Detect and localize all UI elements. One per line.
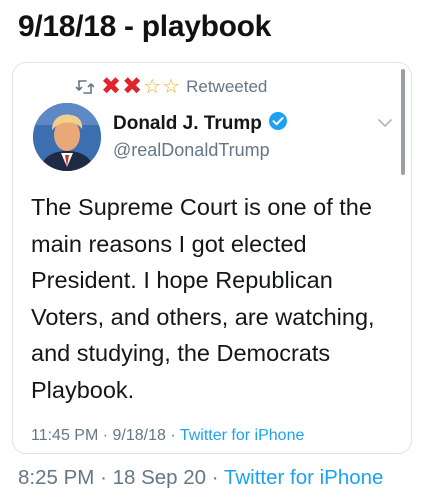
retweet-row: ✖ ✖ ☆ ☆ Retweeted [75,75,267,99]
retweet-icon [75,79,95,95]
meta-separator: · [100,466,107,489]
tweet-source-link[interactable]: Twitter for iPhone [180,427,305,444]
post-source-link[interactable]: Twitter for iPhone [224,466,384,489]
post-date[interactable]: 18 Sep 20 [113,466,206,489]
tweet-text: The Supreme Court is one of the main rea… [31,194,375,403]
verified-badge-icon [268,111,288,136]
post-meta: 8:25 PM · 18 Sep 20 · Twitter for iPhone [18,466,383,490]
tweet-date[interactable]: 9/18/18 [113,427,166,444]
retweet-status: Retweeted [186,77,268,96]
red-x-icon: ✖ [122,73,143,100]
tweet-meta: 11:45 PM · 9/18/18 · Twitter for iPhone [31,427,304,445]
meta-separator: · [170,427,176,444]
page-title: 9/18/18 - playbook [18,10,272,43]
red-x-icon: ✖ [101,73,122,100]
chevron-down-icon[interactable] [377,115,393,133]
meta-separator: · [211,466,219,489]
star-icon: ☆ [143,76,162,98]
avatar[interactable] [33,103,101,171]
retweeter-name[interactable]: ✖ ✖ ☆ ☆ [101,75,180,99]
star-icon: ☆ [162,76,181,98]
meta-separator: · [102,427,109,444]
author-name[interactable]: Donald J. Trump [113,113,262,135]
tweet-time[interactable]: 11:45 PM [31,427,98,444]
embedded-tweet-card[interactable]: ✖ ✖ ☆ ☆ Retweeted Donald J. Trump @realD… [12,62,412,454]
author-handle[interactable]: @realDonaldTrump [113,140,288,161]
author-block[interactable]: Donald J. Trump @realDonaldTrump [113,111,288,161]
scrollbar[interactable] [401,69,405,175]
post-time[interactable]: 8:25 PM [18,466,94,489]
